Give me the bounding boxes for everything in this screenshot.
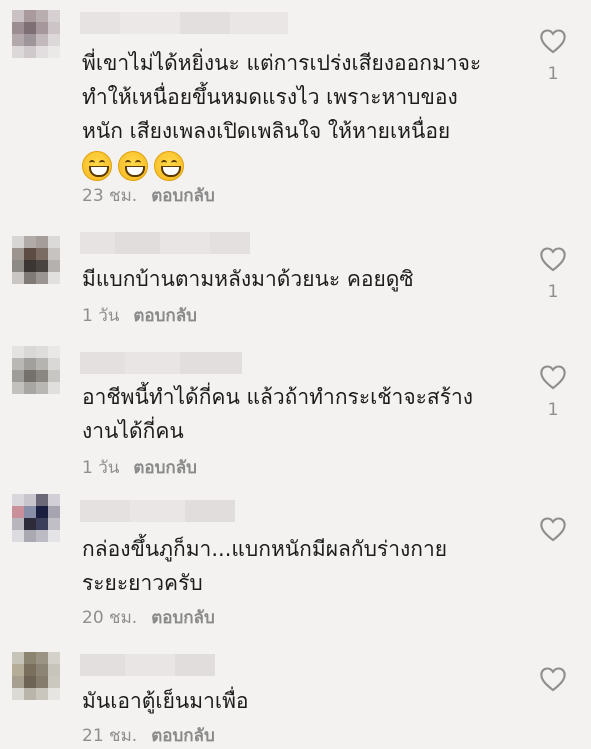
username-blurred[interactable] — [80, 654, 215, 676]
reply-button[interactable]: ตอบกลับ — [133, 302, 197, 329]
heart-outline-icon[interactable] — [539, 666, 567, 692]
comment-text-line: ระยะยาวครับ — [82, 571, 203, 595]
grinning-face-emoji — [118, 151, 148, 181]
comment-text-line: หนัก เสียงเพลงเปิดเพลินใจ ให้หายเหนื่อย — [82, 119, 451, 143]
avatar[interactable] — [12, 494, 60, 542]
username-blurred[interactable] — [80, 352, 242, 374]
comment-meta: 1 วัน ตอบกลับ — [82, 302, 197, 329]
comment-text-line: พี่เขาไม่ได้หยิ่งนะ แต่การเปร่งเสียงออกม… — [82, 51, 482, 75]
comment-text-line: อาชีพนี้ทำได้กี่คน แล้วถ้าทำกระเช้าจะสร้… — [82, 385, 474, 409]
username-blurred[interactable] — [80, 232, 250, 254]
comment-meta: 1 วัน ตอบกลับ — [82, 454, 197, 481]
avatar[interactable] — [12, 236, 60, 284]
like-count: 1 — [547, 64, 559, 84]
avatar[interactable] — [12, 346, 60, 394]
comment-time: 1 วัน — [82, 306, 120, 326]
like-button[interactable]: 1 — [536, 246, 570, 302]
reply-button[interactable]: ตอบกลับ — [151, 722, 215, 749]
heart-outline-icon[interactable] — [539, 364, 567, 390]
reply-button[interactable]: ตอบกลับ — [133, 454, 197, 481]
username-blurred[interactable] — [80, 12, 288, 34]
comment-text-line: กล่องขึ้นภูก็มา...แบกหนักมีผลกับร่างกาย — [82, 537, 448, 561]
username-blurred[interactable] — [80, 500, 235, 522]
comment-text: กล่องขึ้นภูก็มา...แบกหนักมีผลกับร่างกาย … — [82, 532, 522, 600]
comment-meta: 21 ชม. ตอบกลับ — [82, 722, 215, 749]
comment-meta: 23 ชม. ตอบกลับ — [82, 182, 215, 209]
like-button[interactable]: 1 — [536, 364, 570, 420]
comment-time: 20 ชม. — [82, 608, 138, 628]
like-count: 1 — [547, 400, 559, 420]
comment-text-line: งานได้กี่คน — [82, 419, 184, 443]
comment-text-line: มีแบกบ้านตามหลังมาด้วยนะ คอยดูซิ — [82, 267, 414, 291]
comment-time: 23 ชม. — [82, 186, 138, 206]
comment-text-line: มันเอาตู้เย็นมาเพื่อ — [82, 689, 249, 713]
comment-text: มันเอาตู้เย็นมาเพื่อ — [82, 684, 522, 718]
comment-time: 1 วัน — [82, 458, 120, 478]
reply-button[interactable]: ตอบกลับ — [151, 182, 215, 209]
like-button[interactable]: 1 — [536, 28, 570, 84]
heart-outline-icon[interactable] — [539, 246, 567, 272]
avatar[interactable] — [12, 10, 60, 58]
heart-outline-icon[interactable] — [539, 28, 567, 54]
grinning-face-emoji — [154, 151, 184, 181]
comment-meta: 20 ชม. ตอบกลับ — [82, 604, 215, 631]
like-button[interactable] — [536, 666, 570, 692]
comment-text-line: ทำให้เหนื่อยขึ้นหมดแรงไว เพราะหาบของ — [82, 85, 458, 109]
like-button[interactable] — [536, 516, 570, 542]
reply-button[interactable]: ตอบกลับ — [151, 604, 215, 631]
comment-text: พี่เขาไม่ได้หยิ่งนะ แต่การเปร่งเสียงออกม… — [82, 46, 522, 182]
heart-outline-icon[interactable] — [539, 516, 567, 542]
comment-text: มีแบกบ้านตามหลังมาด้วยนะ คอยดูซิ — [82, 262, 522, 296]
avatar[interactable] — [12, 652, 60, 700]
comment-text: อาชีพนี้ทำได้กี่คน แล้วถ้าทำกระเช้าจะสร้… — [82, 380, 522, 448]
emoji-row — [82, 148, 522, 182]
grinning-face-emoji — [82, 151, 112, 181]
like-count: 1 — [547, 282, 559, 302]
comment-time: 21 ชม. — [82, 726, 138, 746]
